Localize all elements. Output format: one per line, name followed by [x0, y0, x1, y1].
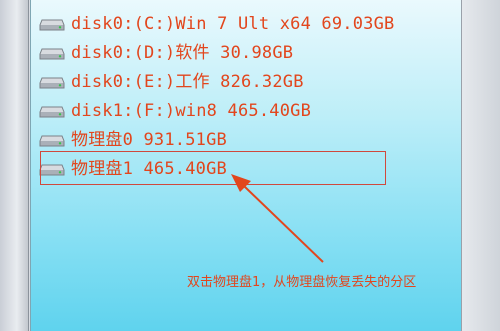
annotation-text: 双击物理盘1，从物理盘恢复丢失的分区: [187, 275, 417, 290]
right-pane-edge: [461, 0, 500, 331]
